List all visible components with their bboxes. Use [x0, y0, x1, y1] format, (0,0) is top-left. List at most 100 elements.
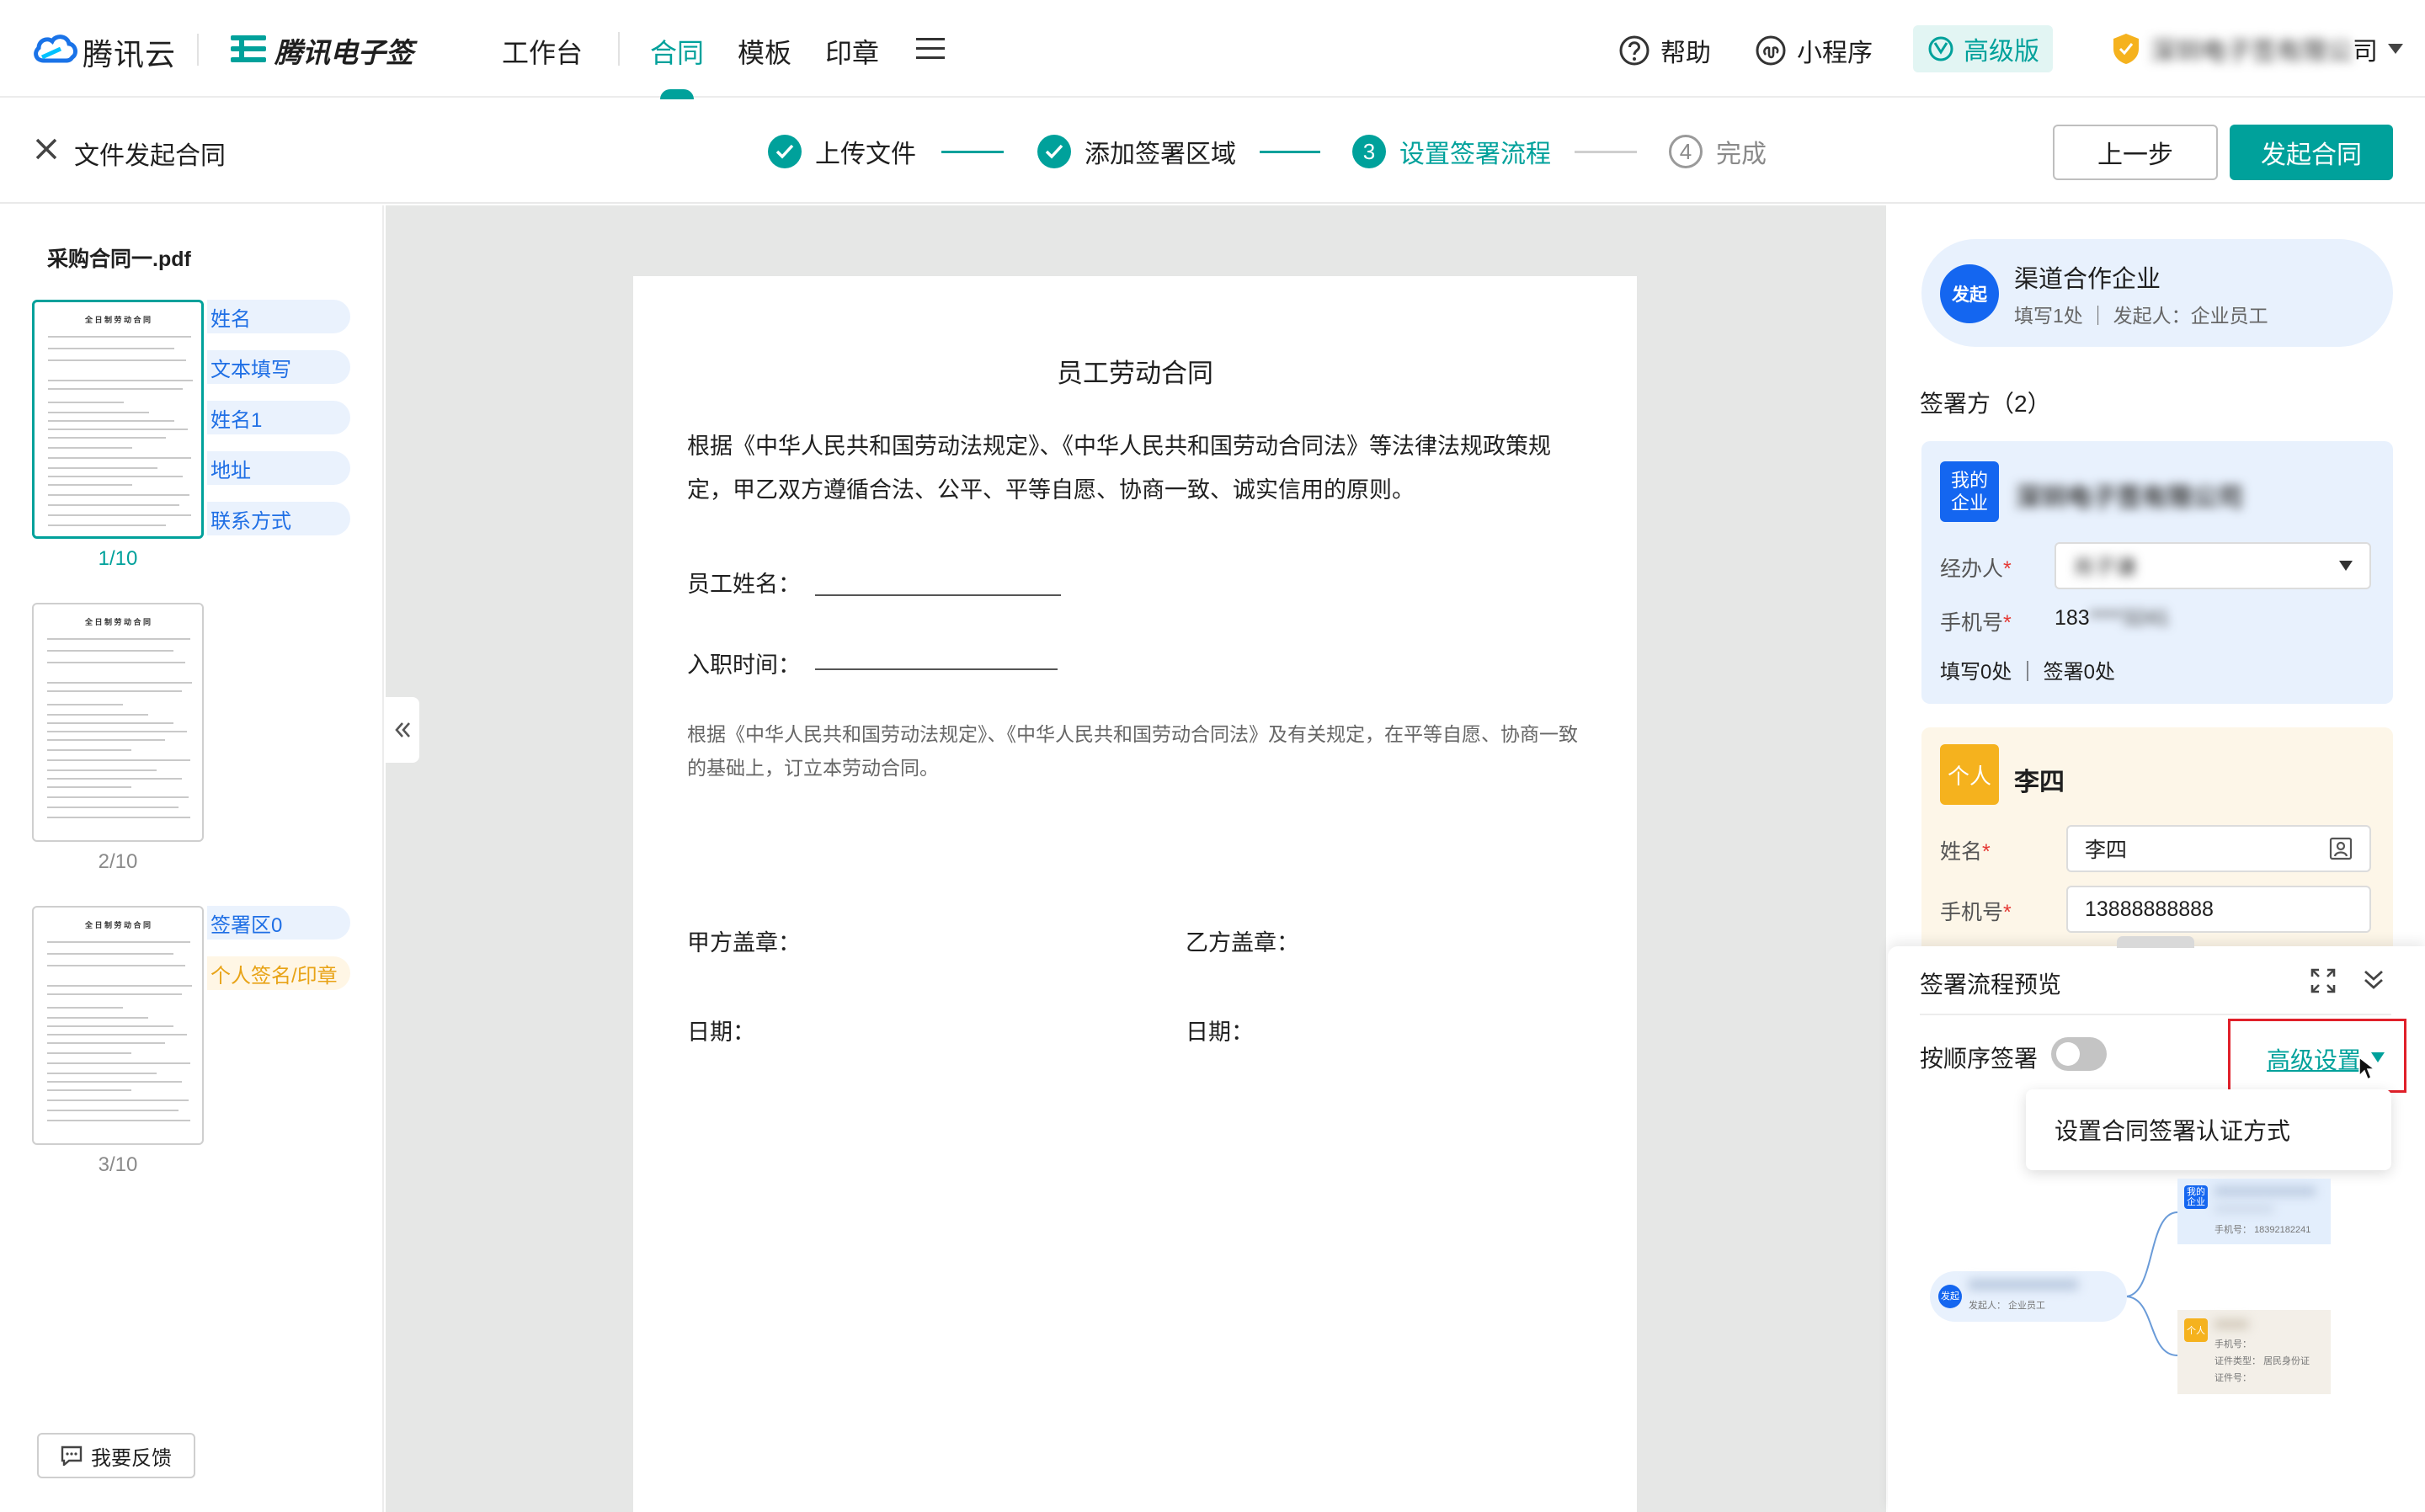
document-title: 员工劳动合同 [1057, 359, 1213, 388]
page-number-2: 2/10 [98, 850, 138, 873]
step-label: 上传文件 [815, 141, 916, 168]
document-paragraph-1: 根据《中华人民共和国劳动法规定》、《中华人民共和国劳动合同法》等法律法规政策规定… [687, 434, 1551, 503]
enterprise-badge: 我的 企业 [1940, 461, 1999, 522]
phone-label: 手机号* [1940, 611, 2012, 635]
personal-phone-input[interactable]: 13888888888 [2066, 886, 2371, 933]
page-number-1: 1/10 [98, 547, 138, 570]
party-b-seal-label: 乙方盖章： [1186, 930, 1299, 956]
mini-personal-name-blurred [2214, 1320, 2248, 1328]
page-thumbnail-1[interactable]: 全 日 制 劳 动 合 同 [32, 300, 204, 539]
esign-logo-icon[interactable] [231, 34, 266, 64]
mini-personal-idtype: 证件类型： 居民身份证 [2214, 1356, 2310, 1366]
enterprise-name-blurred: 深圳电子签有限公司 [2016, 484, 2243, 512]
thumbnail-title: 全 日 制 劳 动 合 同 [84, 618, 151, 626]
company-switcher[interactable]: 深圳电子签有限公 司 [2112, 30, 2403, 67]
step-connector [941, 151, 1004, 153]
thumbnail-title: 全 日 制 劳 动 合 同 [84, 316, 151, 324]
nav-seals[interactable]: 印章 [825, 32, 879, 71]
page-thumbnail-3[interactable]: 全 日 制 劳 动 合 同 [32, 906, 204, 1145]
company-name-blurred: 深圳电子签有限公 [2151, 38, 2353, 66]
step-add-sign-area: 添加签署区域 [1037, 133, 1236, 170]
initiator-meta: 填写1处 ｜ 发起人：企业员工 [2014, 305, 2268, 327]
check-icon [1037, 135, 1071, 168]
company-name-suffix: 司 [2353, 38, 2378, 66]
name-label: 姓名* [1940, 840, 1991, 864]
nav-workbench[interactable]: 工作台 [502, 32, 583, 71]
party-a-date-label: 日期： [687, 1020, 755, 1045]
handler-select[interactable]: 肖子谦 [2055, 542, 2371, 589]
expand-icon[interactable] [2310, 968, 2336, 993]
feedback-button[interactable]: 我要反馈 [37, 1433, 195, 1478]
preview-divider [1920, 1014, 2391, 1015]
mini-enterprise-name-blurred [2214, 1187, 2316, 1195]
step-upload: 上传文件 [768, 133, 916, 170]
nav-active-indicator [660, 89, 694, 99]
employee-name-label: 员工姓名： [687, 572, 801, 597]
mini-initiator-name-blurred [1969, 1280, 2078, 1290]
step-label: 设置签署流程 [1399, 141, 1551, 168]
shield-icon [2113, 34, 2139, 64]
help-button[interactable]: 帮助 [1618, 32, 1711, 69]
entry-date-line [815, 668, 1058, 670]
nav-templates[interactable]: 模板 [738, 32, 791, 71]
mini-initiator-meta: 发起人： 企业员工 [1969, 1301, 2046, 1311]
drag-handle[interactable] [2117, 936, 2194, 948]
field-tag-address[interactable]: 地址 [207, 451, 350, 485]
help-label: 帮助 [1660, 40, 1711, 67]
advanced-settings-menu: 设置合同签署认证方式 [2026, 1089, 2391, 1170]
toggle-knob [2056, 1042, 2080, 1066]
mini-enterprise-phone: 手机号： 18392182241 [2214, 1225, 2311, 1235]
entry-date-label: 入职时间： [687, 652, 801, 678]
mouse-pointer-icon [2358, 1056, 2376, 1081]
enterprise-phone: 183****3241 [2055, 606, 2170, 630]
step-label: 添加签署区域 [1085, 141, 1236, 168]
nav-contracts[interactable]: 合同 [650, 32, 704, 71]
field-tag-name[interactable]: 姓名 [207, 300, 350, 333]
caret-down-icon [2339, 561, 2353, 571]
mini-enterprise-handler-blurred [2214, 1206, 2273, 1212]
mini-initiator-node: 发起 发起人： 企业员工 [1930, 1271, 2127, 1322]
brand-cloud-text[interactable]: 腾讯云 [83, 30, 176, 74]
initiator-badge: 发起 [1940, 264, 1999, 323]
field-tag-personal-seal[interactable]: 个人签名/印章 [207, 956, 350, 990]
brand-esign-text[interactable]: 腾讯电子签 [274, 30, 413, 71]
field-tag-text[interactable]: 文本填写 [207, 350, 350, 384]
contact-card-icon [2329, 837, 2353, 860]
mini-personal-node: 个人 手机号： 证件类型： 居民身份证 证件号： [2177, 1310, 2331, 1394]
step-number: 4 [1669, 135, 1703, 168]
help-icon [1619, 35, 1650, 66]
collapse-sidebar-button[interactable] [386, 697, 419, 763]
initiator-name: 渠道合作企业 [2014, 266, 2161, 293]
miniprogram-label: 小程序 [1797, 40, 1873, 67]
mini-personal-idno: 证件号： [2214, 1373, 2252, 1383]
tencent-cloud-logo-icon[interactable] [32, 32, 77, 66]
party-b-date-label: 日期： [1186, 1020, 1254, 1045]
mini-enterprise-node: 我的企业 手机号： 18392182241 [2177, 1179, 2331, 1244]
vip-badge[interactable]: 高级版 [1913, 25, 2053, 72]
caret-down-icon [2388, 44, 2403, 54]
close-icon[interactable] [34, 136, 59, 162]
logo-divider [197, 34, 199, 66]
start-contract-button[interactable]: 发起合同 [2230, 125, 2393, 180]
personal-phone-value: 13888888888 [2085, 897, 2214, 921]
flow-preview-title: 签署流程预览 [1920, 972, 2062, 998]
enterprise-counts: 填写0处 ｜ 签署0处 [1940, 661, 2116, 684]
advanced-settings-link[interactable]: 高级设置 [2267, 1042, 2361, 1076]
page-number-3: 3/10 [98, 1153, 138, 1176]
previous-step-button[interactable]: 上一步 [2053, 125, 2218, 180]
field-tag-contact[interactable]: 联系方式 [207, 502, 350, 535]
phone-label: 手机号* [1940, 901, 2012, 924]
mini-enterprise-badge: 我的企业 [2184, 1185, 2208, 1209]
field-tag-sign-area[interactable]: 签署区0 [207, 906, 350, 940]
personal-name-input[interactable]: 李四 [2066, 825, 2371, 872]
page-thumbnail-2[interactable]: 全 日 制 劳 动 合 同 [32, 603, 204, 842]
step-connector [1575, 151, 1637, 153]
miniprogram-button[interactable]: 小程序 [1755, 32, 1873, 69]
collapse-down-icon[interactable] [2363, 968, 2385, 992]
menu-item-auth-method[interactable]: 设置合同签署认证方式 [2055, 1113, 2290, 1147]
feedback-label: 我要反馈 [91, 1446, 172, 1470]
field-tag-name1[interactable]: 姓名1 [207, 401, 350, 434]
document-paragraph-2: 根据《中华人民共和国劳动法规定》、《中华人民共和国劳动合同法》及有关规定，在平等… [687, 723, 1578, 779]
thumbnail-title: 全 日 制 劳 动 合 同 [84, 921, 151, 929]
menu-icon[interactable] [916, 37, 945, 61]
